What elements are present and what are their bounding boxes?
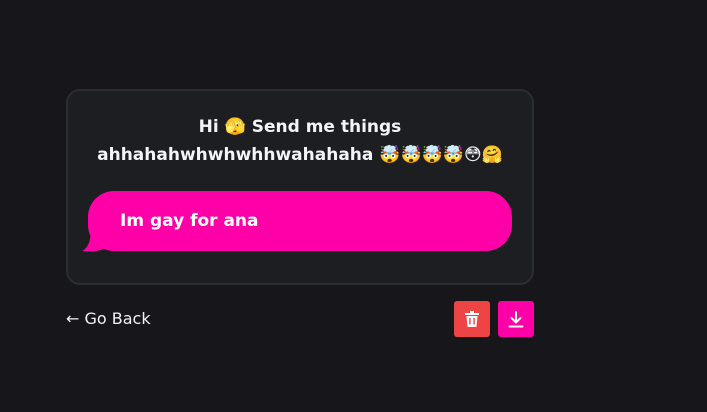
download-icon [508, 310, 524, 327]
go-back-link[interactable]: ← Go Back [66, 308, 151, 330]
message-text: Im gay for ana [120, 211, 259, 231]
message-card: Hi 🫣 Send me things ahhahahwhwhwhhwahaha… [66, 89, 534, 285]
message-bubble: Im gay for ana [88, 191, 512, 251]
delete-button[interactable] [454, 301, 490, 337]
trash-icon [465, 311, 479, 327]
download-button[interactable] [498, 301, 534, 337]
prompt-text: Hi 🫣 Send me things ahhahahwhwhwhhwahaha… [97, 117, 503, 165]
